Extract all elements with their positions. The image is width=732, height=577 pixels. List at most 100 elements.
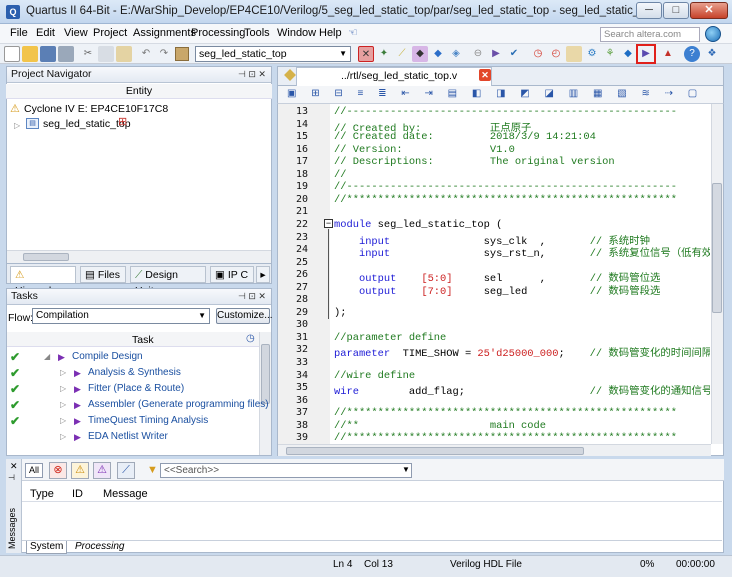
menu-assignments[interactable]: Assignments (133, 27, 196, 39)
expand-arrow-icon[interactable]: ▷ (60, 397, 66, 413)
code-line[interactable]: wire add_flag; // 数码管变化的通知信号 (334, 382, 710, 398)
menu-window[interactable]: Window (277, 27, 316, 39)
task-row[interactable]: ✔ ▷ ▶ Assembler (Generate programming files… (8, 397, 269, 413)
task-row[interactable]: ✔ ▷ ▶ Fitter (Place & Route) (8, 381, 258, 397)
design-partition-icon[interactable]: ◈ (448, 46, 464, 62)
chip-icon[interactable]: ▲ (660, 46, 676, 62)
code-line[interactable]: ); (334, 307, 346, 319)
tab-design-units[interactable]: ⟋ Design Units (130, 266, 206, 297)
run-task-icon[interactable]: ▶ (74, 413, 81, 429)
editor-file-tab[interactable]: ../rtl/seg_led_static_top.v (296, 67, 492, 86)
run-task-icon[interactable]: ▶ (58, 349, 65, 365)
open-folder-icon[interactable] (22, 46, 38, 62)
paste-icon[interactable] (116, 46, 132, 62)
pin-planner-icon[interactable]: ✦ (376, 46, 392, 62)
expand-arrow-icon[interactable]: ▷ (60, 381, 66, 397)
new-file-icon[interactable] (4, 46, 20, 62)
code-line[interactable]: // Created date: 2018/3/9 14:21:04 (334, 131, 596, 143)
fitter-icon[interactable]: ◴ (548, 46, 564, 62)
info-filter-icon[interactable]: ⟋ (117, 462, 135, 479)
tab-ip-components[interactable]: ▣ IP C (210, 266, 254, 283)
code-line[interactable]: //** main code (334, 420, 546, 432)
entity-dropdown[interactable]: seg_led_static_top ▼ (195, 46, 351, 62)
messages-search-input[interactable]: <<Search>> (160, 463, 412, 478)
code-line[interactable]: //**************************************… (334, 407, 677, 419)
code-line[interactable]: //--------------------------------------… (334, 181, 677, 193)
chip-planner-icon[interactable]: ⟋ (394, 46, 410, 62)
tab-files[interactable]: ▤ Files (80, 266, 126, 283)
about-icon[interactable]: ❖ (704, 46, 720, 62)
close-tab-icon[interactable]: ✕ (479, 69, 491, 81)
help-pointer-icon[interactable]: ☜ (348, 26, 358, 39)
warning-filter-icon[interactable]: ⚠ (93, 462, 111, 479)
close-button[interactable]: ✕ (690, 2, 728, 19)
tab-processing[interactable]: Processing (72, 541, 127, 554)
search-input[interactable]: Search altera.com (600, 27, 700, 42)
stop-icon[interactable]: ⊖ (470, 46, 486, 62)
code-line[interactable]: // Descriptions: The original version (334, 156, 615, 168)
code-line[interactable]: // Version: V1.0 (334, 144, 515, 156)
minimize-button[interactable]: ─ (636, 2, 662, 19)
task-row[interactable]: ▷ ▶ EDA Netlist Writer (8, 429, 258, 445)
synthesis-icon[interactable]: ✔ (506, 46, 522, 62)
tasks-vscroll-thumb[interactable] (261, 344, 270, 404)
menu-tools[interactable]: Tools (244, 27, 270, 39)
code-line[interactable]: module seg_led_static_top ( (334, 219, 502, 231)
filter-funnel-icon[interactable]: ▼ (147, 464, 158, 476)
filter-all-button[interactable]: All (25, 463, 43, 478)
device-label[interactable]: Cyclone IV E: EP4CE10F17C8 (24, 103, 168, 115)
expand-arrow-icon[interactable]: ▷ (60, 429, 66, 445)
editor-vscroll-thumb[interactable] (712, 183, 722, 313)
editor-toolbar-icons[interactable]: ▣ ⊞ ⊟ ≡ ≣ ⇤ ⇥ ▤ ◧ ◨ ◩ ◪ ▥ ▦ ▧ ≋ ⇢ ▢ ▣ (287, 88, 701, 102)
globe-icon[interactable] (705, 26, 721, 42)
collapse-icon[interactable]: − (324, 219, 333, 228)
menu-processing[interactable]: Processing (191, 27, 245, 39)
tasks-vscrollbar[interactable] (259, 332, 271, 455)
task-row[interactable]: ✔ ▷ ▶ TimeQuest Timing Analysis (8, 413, 258, 429)
assignment-editor-icon[interactable]: ✕ (358, 46, 374, 62)
close-messages-icon[interactable]: ✕ (10, 461, 18, 472)
code-line[interactable]: //parameter define (334, 332, 446, 344)
menu-file[interactable]: File (10, 27, 28, 39)
cut-icon[interactable]: ✂ (80, 46, 96, 62)
expand-arrow-icon[interactable]: ▷ (60, 413, 66, 429)
col-type[interactable]: Type (30, 488, 54, 500)
col-message[interactable]: Message (103, 488, 148, 500)
code-line[interactable]: // (334, 169, 346, 181)
code-line[interactable]: //**************************************… (334, 432, 677, 444)
code-line[interactable]: //wire define (334, 370, 415, 382)
collapse-arrow-icon[interactable]: ◢ (44, 349, 50, 365)
customize-button[interactable]: Customize... (216, 308, 273, 324)
redo-icon[interactable]: ↷ (156, 46, 172, 62)
expand-arrow-icon[interactable]: ▷ (14, 121, 20, 130)
editor-hscrollbar[interactable] (278, 444, 711, 456)
menu-edit[interactable]: Edit (36, 27, 55, 39)
task-row[interactable]: ✔ ◢ ▶ Compile Design (8, 349, 258, 365)
messages-pin-icon[interactable]: ⊣ (8, 473, 15, 482)
code-line[interactable]: input sys_rst_n, // 系统复位信号（低有效） (334, 244, 710, 260)
tasks-panel-controls-icon[interactable]: ⊣ ⊡ ✕ (238, 291, 266, 302)
flow-dropdown[interactable]: Compilation ▼ (32, 308, 210, 324)
menu-view[interactable]: View (64, 27, 88, 39)
tab-scroll-right[interactable]: ▸ (256, 266, 270, 283)
pn-hscroll-thumb[interactable] (23, 253, 69, 261)
analysis-icon[interactable]: ▶ (488, 46, 504, 62)
code-line[interactable]: output [7:0] seg_led // 数码管段选 (334, 282, 660, 298)
critical-warning-filter-icon[interactable]: ⚠ (71, 462, 89, 479)
pin-icon[interactable]: ◆ (430, 46, 446, 62)
timing-analyzer-icon[interactable]: ◷ (530, 46, 546, 62)
project-icon[interactable] (175, 47, 189, 61)
error-filter-icon[interactable]: ⊗ (49, 462, 67, 479)
print-icon[interactable] (58, 46, 74, 62)
expand-arrow-icon[interactable]: ▷ (60, 365, 66, 381)
programmer-icon[interactable]: ◆ (620, 46, 636, 62)
task-row[interactable]: ✔ ▷ ▶ Analysis & Synthesis (8, 365, 258, 381)
code-line[interactable]: //--------------------------------------… (334, 106, 677, 118)
editor-hscroll-thumb[interactable] (286, 447, 584, 455)
tab-system[interactable]: System (26, 541, 68, 554)
copy-icon[interactable] (98, 46, 114, 62)
help-icon[interactable]: ? (684, 46, 700, 62)
save-icon[interactable] (40, 46, 56, 62)
chevron-down-icon[interactable]: ▼ (402, 465, 410, 474)
code-line[interactable]: //**************************************… (334, 194, 677, 206)
